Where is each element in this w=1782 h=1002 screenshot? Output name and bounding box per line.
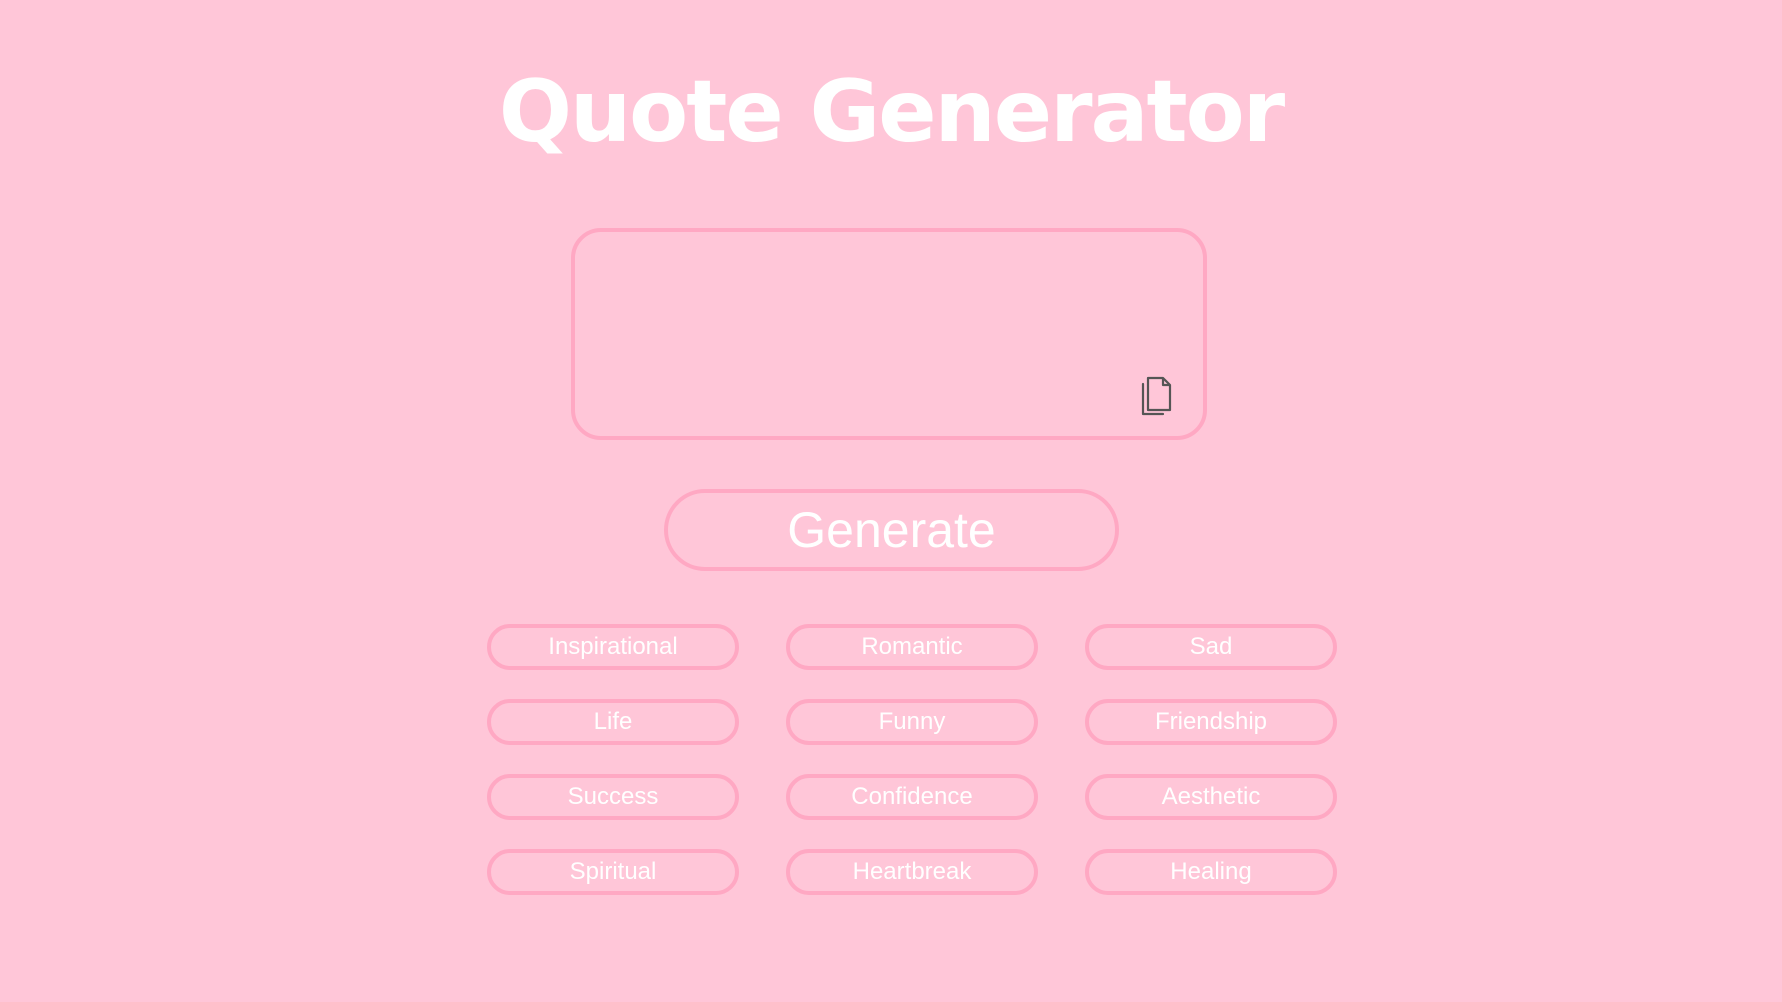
- copy-icon: [1137, 374, 1177, 418]
- category-button-sad[interactable]: Sad: [1085, 624, 1337, 670]
- category-button-healing[interactable]: Healing: [1085, 849, 1337, 895]
- category-button-inspirational[interactable]: Inspirational: [487, 624, 739, 670]
- category-button-romantic[interactable]: Romantic: [786, 624, 1038, 670]
- category-button-confidence[interactable]: Confidence: [786, 774, 1038, 820]
- quote-text: [605, 256, 1133, 412]
- category-button-spiritual[interactable]: Spiritual: [487, 849, 739, 895]
- page-title: Quote Generator: [498, 62, 1285, 162]
- category-button-aesthetic[interactable]: Aesthetic: [1085, 774, 1337, 820]
- quote-display-box: [571, 228, 1207, 440]
- category-button-funny[interactable]: Funny: [786, 699, 1038, 745]
- generate-button[interactable]: Generate: [664, 489, 1119, 571]
- category-button-friendship[interactable]: Friendship: [1085, 699, 1337, 745]
- category-button-life[interactable]: Life: [487, 699, 739, 745]
- quote-generator-page: Quote Generator Generate Inspirational R…: [0, 0, 1782, 1002]
- category-grid: Inspirational Romantic Sad Life Funny Fr…: [487, 624, 1338, 895]
- category-button-success[interactable]: Success: [487, 774, 739, 820]
- copy-button[interactable]: [1137, 374, 1177, 418]
- category-button-heartbreak[interactable]: Heartbreak: [786, 849, 1038, 895]
